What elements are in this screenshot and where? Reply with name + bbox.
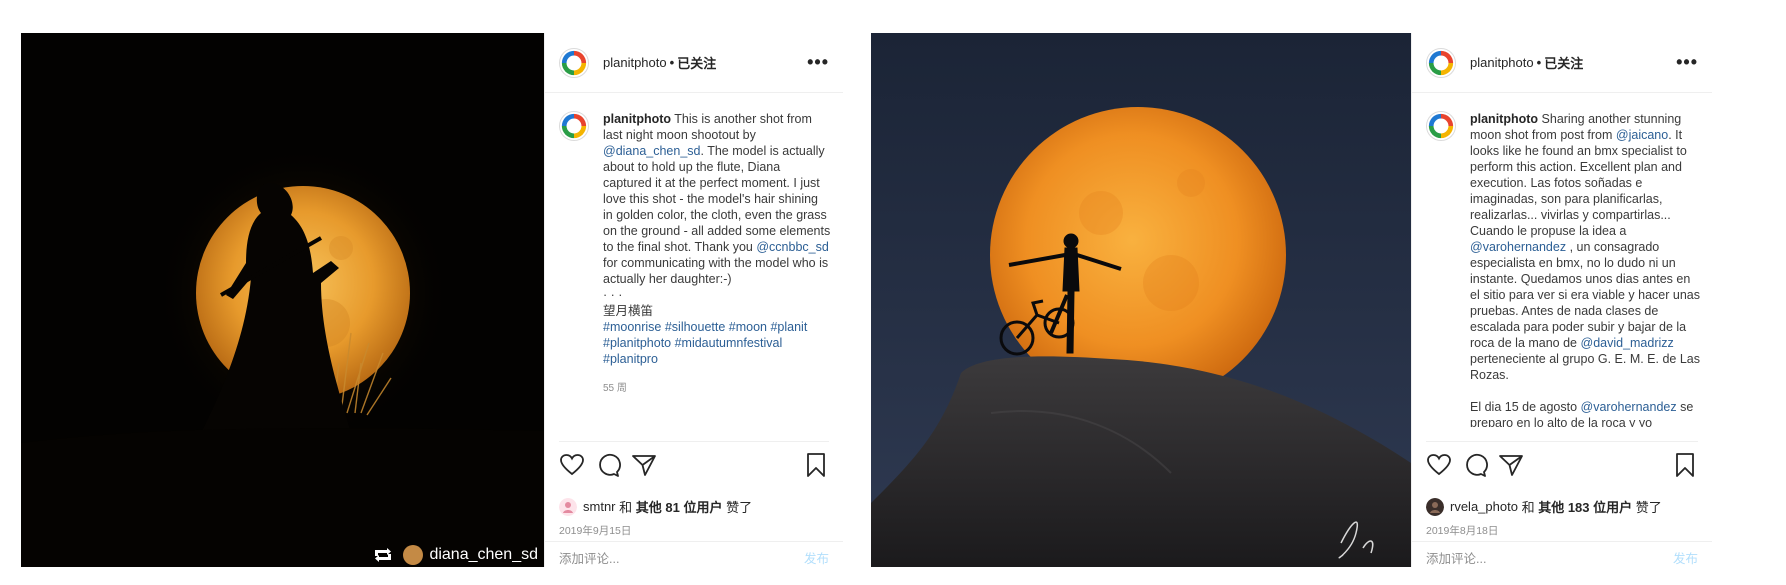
caption-text: planitphoto Sharing another stunning moo… (1470, 111, 1700, 427)
caption-p4: perteneciente al grupo G. E. M. E. de La… (1470, 352, 1700, 382)
mention-link[interactable]: @diana_chen_sd (603, 144, 701, 158)
bookmark-icon[interactable] (803, 452, 829, 478)
caption-username[interactable]: planitphoto (603, 112, 671, 126)
bookmark-icon[interactable] (1672, 452, 1698, 478)
heart-icon[interactable] (559, 452, 585, 478)
post-date: 2019年9月15日 (559, 525, 632, 537)
caption-block: planitphoto This is another shot from la… (559, 111, 831, 451)
likes-liked: 赞了 (726, 500, 753, 515)
action-bar (559, 441, 829, 481)
likes-liked: 赞了 (1635, 500, 1662, 515)
post-date: 2019年8月18日 (1426, 525, 1499, 537)
post-header: planitphoto • 已关注 ••• (1412, 33, 1712, 93)
publish-button[interactable]: 发布 (804, 548, 829, 567)
comment-input[interactable]: 添加评论... (559, 548, 619, 567)
post-details-panel-2: planitphoto • 已关注 ••• planitphoto Sharin… (1411, 33, 1712, 567)
header-dot: • (1536, 55, 1542, 70)
repost-user-avatar (403, 545, 424, 565)
caption-avatar[interactable] (559, 111, 589, 141)
follow-status[interactable]: 已关注 (1544, 53, 1583, 72)
post-card-2: planitphoto • 已关注 ••• planitphoto Sharin… (871, 33, 1712, 567)
header-username[interactable]: planitphoto (1470, 55, 1534, 70)
comment-input[interactable]: 添加评论... (1426, 548, 1486, 567)
planitphoto-avatar[interactable] (1426, 47, 1456, 78)
post-photo-moon-flute[interactable]: diana_chen_sd (21, 33, 544, 567)
comment-icon[interactable] (595, 452, 621, 478)
moon-bmx-image (871, 33, 1411, 567)
mention-link[interactable]: @david_madrizz (1581, 336, 1674, 350)
caption-p2: . The model is actually about to hold up… (603, 144, 831, 254)
liker-avatar[interactable] (1426, 497, 1444, 516)
header-username[interactable]: planitphoto (603, 55, 667, 70)
more-options-icon[interactable]: ••• (1676, 52, 1698, 73)
post-card-1: diana_chen_sd planitphoto • 已关注 ••• plan… (21, 33, 843, 567)
caption-username[interactable]: planitphoto (1470, 112, 1538, 126)
liker-username[interactable]: rvela_photo (1450, 499, 1518, 514)
comment-icon[interactable] (1462, 452, 1488, 478)
follow-status[interactable]: 已关注 (677, 53, 716, 72)
caption-dots: · · · (603, 288, 623, 302)
moon-silhouette-image (21, 33, 544, 567)
comment-bar: 添加评论... 发布 (1412, 541, 1712, 573)
mention-link[interactable]: @jaicano (1616, 128, 1668, 142)
caption-p3: , un consagrado especialista en bmx, no … (1470, 240, 1700, 350)
hashtags[interactable]: #moonrise #silhouette #moon #planit #pla… (603, 319, 831, 367)
caption-block: planitphoto Sharing another stunning moo… (1426, 111, 1700, 427)
likes-line: rvela_photo 和 其他 183 位用户 赞了 (1426, 497, 1698, 516)
post-header: planitphoto • 已关注 ••• (545, 33, 843, 93)
liker-avatar[interactable] (559, 497, 577, 516)
caption-p3: for communicating with the model who is … (603, 256, 829, 286)
share-icon[interactable] (631, 452, 657, 478)
repost-attribution[interactable]: diana_chen_sd (373, 545, 538, 565)
share-icon[interactable] (1498, 452, 1524, 478)
caption-title-cn: 望月横笛 (603, 304, 654, 318)
likes-others[interactable]: 其他 183 位用户 (1538, 497, 1632, 516)
planitphoto-avatar[interactable] (559, 47, 589, 78)
publish-button[interactable]: 发布 (1673, 548, 1698, 567)
caption-time: 55 周 (603, 383, 627, 394)
post-details-panel-1: planitphoto • 已关注 ••• planitphoto This i… (544, 33, 843, 567)
likes-and: 和 (619, 500, 633, 515)
mention-link[interactable]: @varohernandez (1470, 240, 1566, 254)
mention-link[interactable]: @varohernandez (1581, 400, 1677, 414)
header-dot: • (669, 55, 675, 70)
caption-text: planitphoto This is another shot from la… (603, 111, 831, 451)
more-options-icon[interactable]: ••• (807, 52, 829, 73)
action-bar (1426, 441, 1698, 481)
likes-others[interactable]: 其他 81 位用户 (636, 497, 723, 516)
comment-bar: 添加评论... 发布 (545, 541, 843, 573)
caption-p2: . It looks like he found an bmx speciali… (1470, 128, 1687, 238)
likes-line: smtnr 和 其他 81 位用户 赞了 (559, 497, 829, 516)
caption-avatar[interactable] (1426, 111, 1456, 141)
post-photo-moon-bmx[interactable] (871, 33, 1411, 567)
heart-icon[interactable] (1426, 452, 1452, 478)
liker-username[interactable]: smtnr (583, 499, 616, 514)
repost-username: diana_chen_sd (429, 546, 538, 563)
likes-and: 和 (1521, 500, 1535, 515)
mention-link[interactable]: @ccnbbc_sd (756, 240, 828, 254)
caption-p5: El dia 15 de agosto (1470, 400, 1578, 414)
repost-arrows-icon (375, 548, 392, 562)
